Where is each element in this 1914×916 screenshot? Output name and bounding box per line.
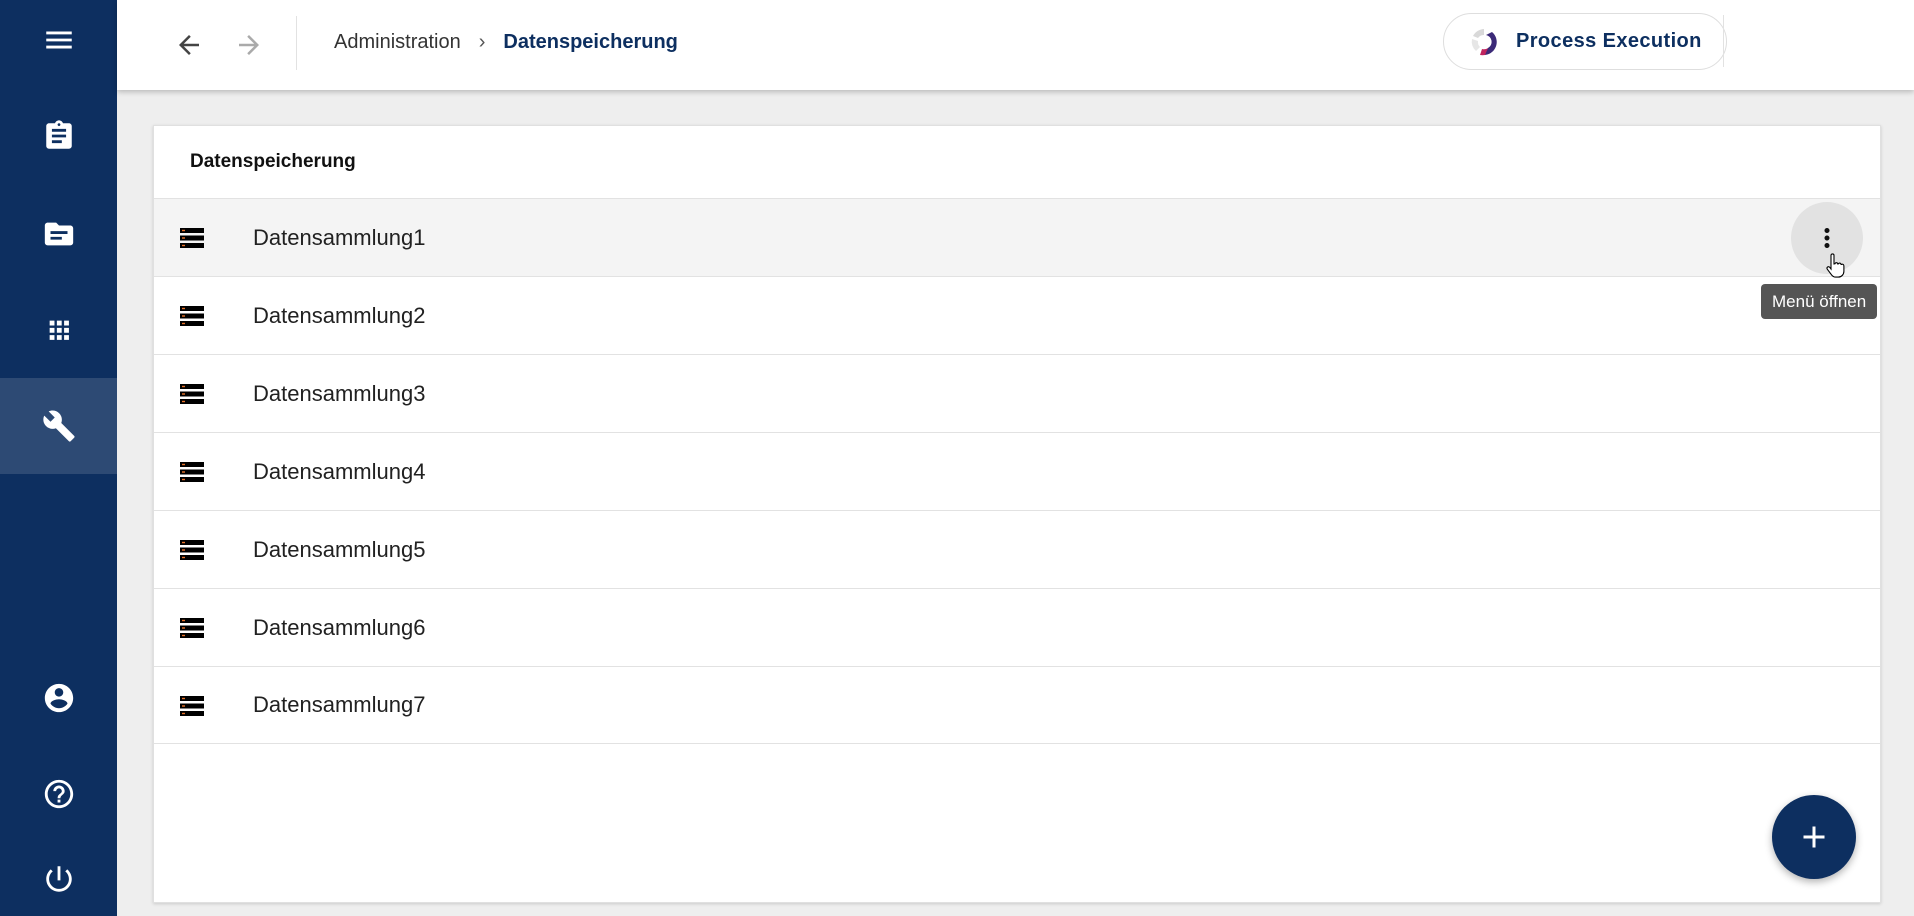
breadcrumb-administration[interactable]: Administration [334, 31, 461, 54]
tooltip: Menü öffnen [1761, 284, 1878, 319]
arrow-back-icon [179, 35, 199, 55]
process-execution-button[interactable]: Process Execution [1443, 13, 1727, 70]
list-item[interactable]: Datensammlung5 [154, 510, 1880, 588]
list-item-label: Datensammlung1 [253, 224, 426, 250]
list-item-label: Datensammlung7 [253, 692, 426, 717]
hamburger-menu-icon [45, 31, 72, 49]
sidebar-item-account[interactable] [0, 650, 117, 746]
breadcrumb-current: Datenspeicherung [503, 30, 678, 53]
divider [296, 16, 297, 70]
more-vertical-icon [1824, 228, 1830, 248]
list-item-label: Datensammlung6 [253, 614, 426, 640]
storage-icon [180, 306, 204, 326]
arrow-forward-icon [239, 35, 259, 55]
list-item[interactable]: Datensammlung4 [154, 432, 1880, 510]
forward-button[interactable] [225, 21, 273, 69]
list-item[interactable]: Datensammlung3 [154, 354, 1880, 432]
storage-icon [180, 696, 204, 716]
sidebar-item-tasks[interactable] [0, 88, 117, 184]
divider [1723, 15, 1724, 67]
card-title: Datenspeicherung [190, 151, 356, 172]
back-button[interactable] [165, 21, 213, 69]
list-item-label: Datensammlung2 [253, 302, 426, 328]
list-item-label: Datensammlung4 [253, 458, 426, 484]
wrench-icon [42, 410, 75, 442]
process-execution-label: Process Execution [1516, 30, 1702, 52]
sidebar-item-help[interactable] [0, 746, 117, 842]
data-storage-card: Datenspeicherung Datensammlung1 Datensam… [153, 125, 1881, 903]
breadcrumb: Administration › Datenspeicherung [334, 0, 678, 84]
plus-icon [1803, 826, 1825, 848]
list-item[interactable]: Datensammlung1 [154, 198, 1880, 276]
help-circle-icon [44, 779, 73, 809]
list-item[interactable]: Datensammlung7 [154, 666, 1880, 744]
breadcrumb-separator: › [478, 30, 486, 53]
account-circle-icon [44, 683, 73, 713]
app-grid-icon [49, 320, 69, 340]
power-icon [45, 866, 72, 892]
storage-icon [180, 462, 204, 482]
add-data-collection-button[interactable] [1772, 795, 1856, 879]
list-item-label: Datensammlung5 [253, 536, 426, 562]
document-folder-icon [44, 222, 73, 246]
top-bar: Administration › Datenspeicherung Proces… [117, 0, 1914, 90]
list-item[interactable]: Datensammlung2 [154, 276, 1880, 354]
sidebar-item-apps[interactable] [0, 282, 117, 378]
sidebar [0, 0, 117, 916]
list-item-label: Datensammlung3 [253, 380, 426, 406]
storage-icon [180, 540, 204, 560]
sidebar-item-administration[interactable] [0, 378, 117, 474]
clipboard-icon [45, 120, 72, 149]
data-collection-list: Datensammlung1 Datensammlung2 Datensamml… [154, 198, 1880, 744]
storage-icon [180, 618, 204, 638]
process-execution-logo-icon [1471, 28, 1497, 55]
hamburger-menu-button[interactable] [0, 0, 117, 80]
sidebar-item-documents[interactable] [0, 186, 117, 282]
storage-icon [180, 228, 204, 248]
list-item[interactable]: Datensammlung6 [154, 588, 1880, 666]
hand-pointer-cursor-icon [1826, 253, 1845, 278]
sidebar-item-logout[interactable] [0, 842, 117, 916]
storage-icon [180, 384, 204, 404]
